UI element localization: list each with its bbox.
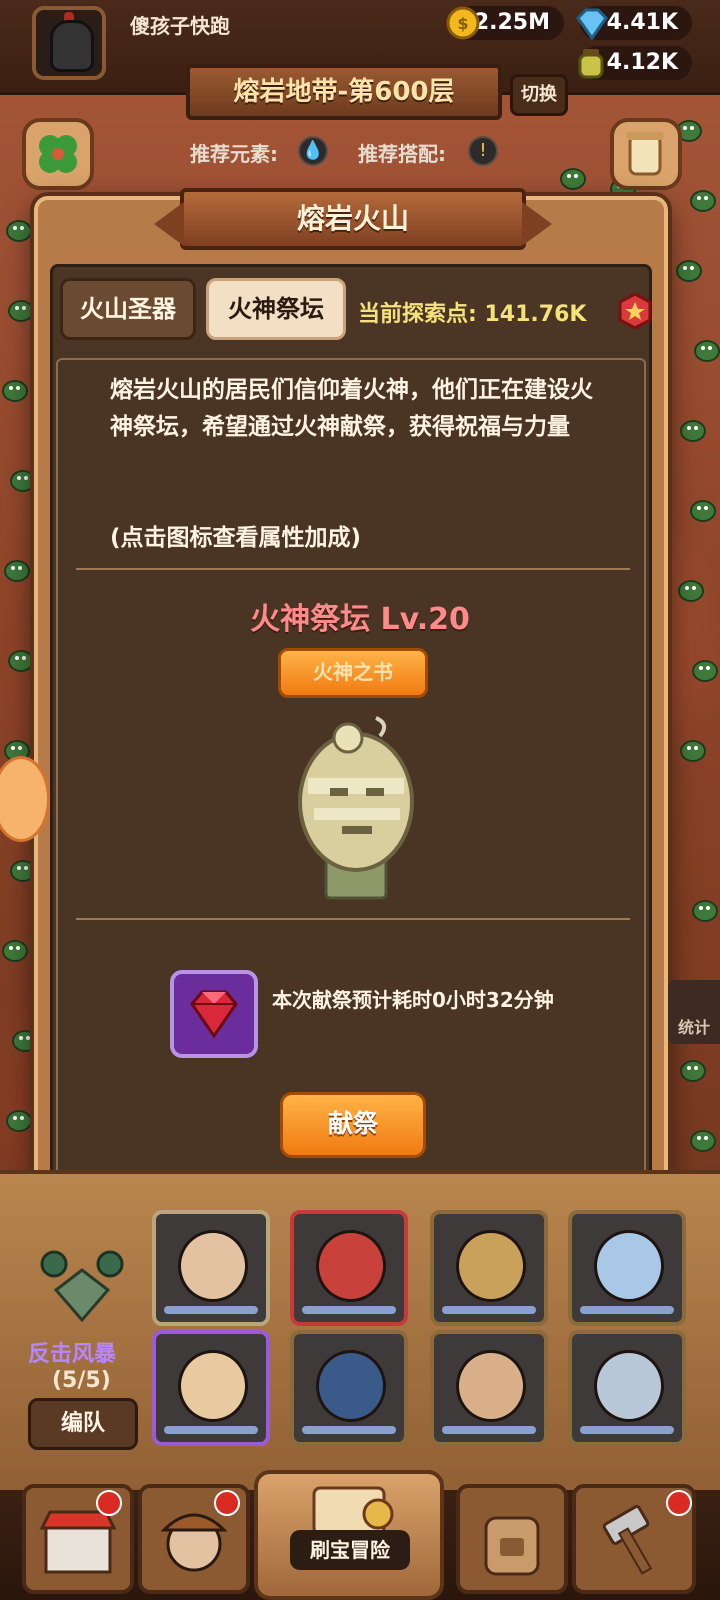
hero-level-bar <box>164 1306 258 1314</box>
enemy-mob-icon <box>680 1060 706 1082</box>
enemy-mob-icon <box>690 1130 716 1152</box>
hero-level-bar <box>302 1306 396 1314</box>
potion-counter[interactable]: 4.12K <box>578 46 692 80</box>
recommend-element-label: 推荐元素: <box>190 142 278 166</box>
notification-dot <box>214 1490 240 1516</box>
hero-face-icon <box>456 1230 526 1302</box>
hero-face-icon <box>594 1350 664 1422</box>
switch-stage-button[interactable]: 切换 <box>510 74 568 116</box>
hero-level-bar <box>164 1426 258 1434</box>
enemy-mob-icon <box>8 650 34 672</box>
icon-hint: (点击图标查看属性加成) <box>110 525 362 551</box>
ruby-icon <box>190 990 238 1039</box>
notification-dot <box>96 1490 122 1516</box>
clover-bonus-button[interactable] <box>22 118 94 190</box>
enemy-mob-icon <box>694 340 720 362</box>
potion-jar-icon <box>578 49 604 79</box>
hero-level-bar <box>580 1426 674 1434</box>
tab-fire-altar[interactable]: 火神祭坛 <box>206 278 346 340</box>
enemy-mob-icon <box>680 420 706 442</box>
hero-slot[interactable] <box>430 1210 548 1326</box>
altar-level-title: 火神祭坛 Lv.20 <box>250 602 470 637</box>
hero-level-bar <box>302 1426 396 1434</box>
enemy-mob-icon <box>690 190 716 212</box>
enemy-mob-icon <box>8 300 34 322</box>
hero-slot[interactable] <box>290 1210 408 1326</box>
hero-face-icon <box>316 1230 386 1302</box>
altar-description: 熔岩火山的居民们信仰着火神，他们正在建设火神祭坛，希望通过火神献祭，获得祝福与力… <box>110 377 593 440</box>
hero-level-bar <box>580 1306 674 1314</box>
scroll-button[interactable] <box>610 118 682 190</box>
divider <box>76 918 630 920</box>
water-element-icon[interactable]: 💧 <box>298 136 328 166</box>
red-star-crystal-icon <box>618 292 652 330</box>
diamond-value: 4.41K <box>606 10 678 35</box>
hero-slot[interactable] <box>568 1210 686 1326</box>
offering-duration: 本次献祭预计耗时0小时32分钟 <box>272 988 554 1012</box>
enemy-mob-icon <box>10 860 36 882</box>
clover-icon <box>39 135 77 173</box>
enemy-mob-icon <box>6 220 32 242</box>
svg-text:$: $ <box>457 14 468 33</box>
gold-value: 2.25M <box>473 10 550 35</box>
enemy-mob-icon <box>680 740 706 762</box>
combo-count: (5/5) <box>52 1368 111 1393</box>
combo-name: 反击风暴 <box>28 1342 117 1367</box>
stats-button[interactable]: 统计 <box>668 980 720 1044</box>
recommend-combo-label: 推荐搭配: <box>358 142 446 166</box>
explore-points-label: 当前探索点: <box>358 302 477 327</box>
enemy-mob-icon <box>690 500 716 522</box>
hero-slot[interactable] <box>430 1330 548 1446</box>
tab-volcano-relic[interactable]: 火山圣器 <box>60 278 196 340</box>
gold-counter[interactable]: $ 2.25M <box>446 6 564 40</box>
explore-points-value: 141.76K <box>484 302 587 327</box>
offer-button[interactable]: 献祭 <box>280 1092 426 1158</box>
hero-face-icon <box>178 1350 248 1422</box>
hero-face-icon <box>178 1230 248 1302</box>
enemy-mob-icon <box>560 168 586 190</box>
notification-dot <box>666 1490 692 1516</box>
scroll-icon <box>626 132 664 176</box>
gold-coin-icon: $ <box>446 6 480 40</box>
hero-face-icon <box>456 1350 526 1422</box>
hero-slot[interactable] <box>152 1330 270 1446</box>
backpack-icon <box>484 1516 540 1576</box>
player-name: 傻孩子快跑 <box>130 14 230 38</box>
enemy-mob-icon <box>676 260 702 282</box>
enemy-mob-icon <box>2 940 28 962</box>
hero-slot[interactable] <box>152 1210 270 1326</box>
formation-button[interactable]: 编队 <box>28 1398 138 1450</box>
stage-title: 熔岩地带-第600层 <box>186 64 502 120</box>
knight-helmet-icon <box>50 20 94 72</box>
hero-slot[interactable] <box>568 1330 686 1446</box>
enemy-mob-icon <box>6 1110 32 1132</box>
fire-god-book-button[interactable]: 火神之书 <box>278 648 428 698</box>
offering-gem-slot[interactable] <box>170 970 258 1058</box>
enemy-mob-icon <box>692 660 718 682</box>
potion-value: 4.12K <box>606 50 678 75</box>
player-avatar[interactable] <box>32 6 106 80</box>
nav-bag-button[interactable] <box>456 1484 568 1594</box>
enemy-mob-icon <box>692 900 718 922</box>
stone-idol-icon[interactable] <box>288 708 424 904</box>
dialog-title: 熔岩火山 <box>154 188 552 250</box>
combo-emblem-icon[interactable] <box>36 1250 128 1326</box>
enemy-mob-icon <box>10 470 36 492</box>
enemy-mob-icon <box>2 380 28 402</box>
hero-face-icon <box>594 1230 664 1302</box>
nav-adventure-label: 刷宝冒险 <box>290 1530 410 1570</box>
hero-level-bar <box>442 1306 536 1314</box>
enemy-mob-icon <box>4 560 30 582</box>
diamond-counter[interactable]: 4.41K <box>576 6 692 40</box>
hero-slot[interactable] <box>290 1330 408 1446</box>
divider <box>76 568 630 570</box>
explore-points: 当前探索点: 141.76K <box>358 296 586 328</box>
hero-face-icon <box>316 1350 386 1422</box>
blue-gem-icon <box>576 8 608 40</box>
hero-level-bar <box>442 1426 536 1434</box>
warning-icon[interactable]: ! <box>468 136 498 166</box>
